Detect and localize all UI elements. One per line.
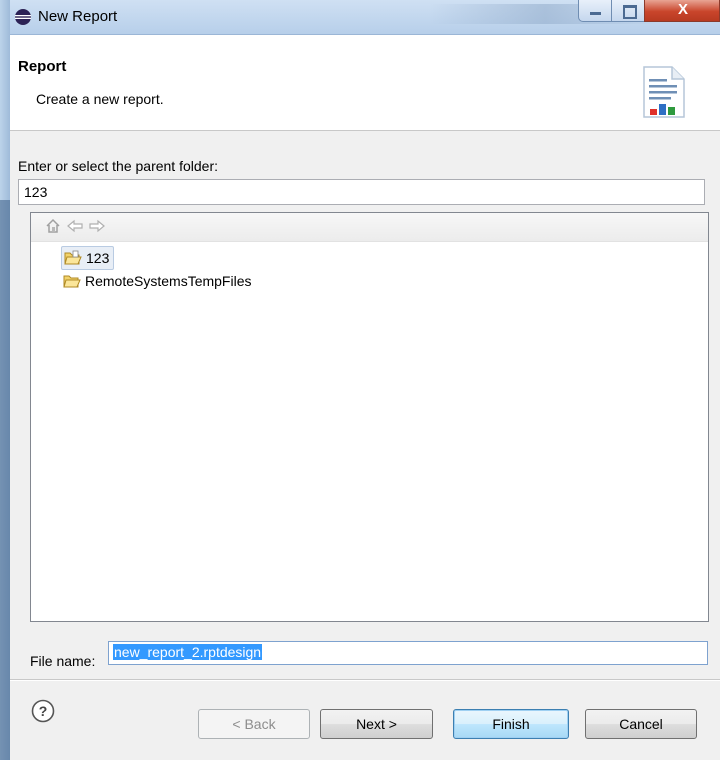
- minimize-button[interactable]: [578, 0, 612, 22]
- back-button[interactable]: < Back: [198, 709, 310, 739]
- next-button[interactable]: Next >: [320, 709, 433, 739]
- file-name-input[interactable]: new_report_2.rptdesign: [108, 641, 708, 665]
- parent-folder-input[interactable]: [18, 179, 705, 205]
- back-arrow-icon[interactable]: [67, 218, 83, 234]
- home-icon[interactable]: [45, 218, 61, 234]
- page-title: Report: [18, 58, 67, 75]
- maximize-button[interactable]: [611, 0, 645, 22]
- report-icon: [643, 66, 685, 118]
- forward-arrow-icon[interactable]: [89, 218, 105, 234]
- help-icon[interactable]: ?: [31, 699, 55, 723]
- folder-tree[interactable]: 123 RemoteSystemsTempFiles: [30, 212, 709, 622]
- divider: [10, 680, 720, 681]
- file-name-value: new_report_2.rptdesign: [113, 644, 263, 660]
- open-folder-icon: [63, 275, 81, 288]
- wizard-content: Enter or select the parent folder: 123 1…: [10, 131, 720, 760]
- wizard-header: Report Create a new report.: [10, 35, 720, 131]
- page-description: Create a new report.: [36, 91, 164, 107]
- eclipse-icon: [15, 9, 31, 25]
- cancel-button[interactable]: Cancel: [585, 709, 697, 739]
- tree-item-123[interactable]: 123: [61, 246, 115, 270]
- svg-text:?: ?: [39, 703, 48, 719]
- window-title: New Report: [38, 8, 118, 25]
- background-window-edge: [0, 0, 10, 760]
- close-icon: X: [677, 1, 688, 18]
- tree-item-remotesystemstempfiles[interactable]: RemoteSystemsTempFiles: [63, 270, 252, 292]
- parent-folder-label: Enter or select the parent folder:: [18, 158, 218, 174]
- maximize-icon: [623, 5, 637, 19]
- tree-toolbar: [31, 213, 708, 242]
- close-button[interactable]: X: [644, 0, 720, 22]
- tree-item-label: RemoteSystemsTempFiles: [85, 273, 252, 289]
- finish-button[interactable]: Finish: [453, 709, 569, 739]
- title-bar[interactable]: New Report X: [10, 0, 720, 35]
- minimize-icon: [590, 12, 601, 15]
- open-folder-icon: [64, 250, 82, 265]
- file-name-label: File name:: [30, 653, 96, 669]
- tree-item-label: 123: [86, 250, 110, 266]
